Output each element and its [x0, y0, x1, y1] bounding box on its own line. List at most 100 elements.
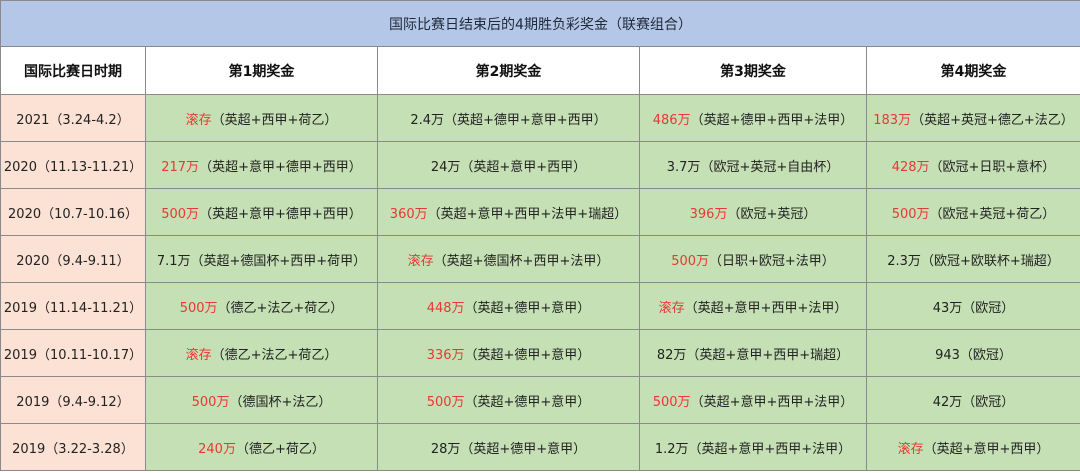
table-row: 2020（9.4-9.11） 7.1万（英超+德国杯+西甲+荷甲） 滚存（英超+德国…	[0, 235, 1080, 283]
league-combination: （英超+德甲+西甲+法甲）	[690, 112, 854, 128]
league-combination: （英超+英冠+德乙+法乙）	[911, 112, 1074, 128]
bonus-cell-round-4: 943（欧冠）	[866, 329, 1080, 377]
period-cell: 2019（10.11-10.17）	[0, 329, 146, 377]
bonus-amount: 943	[935, 347, 960, 363]
bonus-amount: 217万	[161, 159, 200, 175]
league-combination: （德乙+法乙+荷乙）	[217, 300, 344, 316]
bonus-cell-round-1: 217万（英超+意甲+德甲+西甲）	[145, 141, 378, 189]
bonus-cell-round-4: 183万（英超+英冠+德乙+法乙）	[866, 94, 1080, 142]
bonus-amount: 24万	[430, 159, 461, 175]
bonus-cell-round-3: 3.7万（欧冠+英冠+自由杯）	[639, 141, 867, 189]
period-cell: 2020（10.7-10.16）	[0, 188, 146, 236]
period-cell: 2021（3.24-4.2）	[0, 94, 146, 142]
title-row: 国际比赛日结束后的4期胜负彩奖金（联赛组合）	[0, 0, 1080, 47]
bonus-amount: 500万	[191, 394, 230, 410]
league-combination: （欧冠+日职+意杯）	[929, 159, 1056, 175]
bonus-amount: 448万	[426, 300, 465, 316]
bonus-amount: 500万	[891, 206, 930, 222]
table-row: 2020（10.7-10.16） 500万（英超+意甲+德甲+西甲） 360万（英超…	[0, 188, 1080, 236]
bonus-amount: 3.7万	[666, 159, 701, 175]
league-combination: （欧冠）	[962, 300, 1015, 316]
bonus-cell-round-3: 500万（英超+意甲+西甲+法甲）	[639, 376, 867, 424]
bonus-cell-round-2: 28万（英超+德甲+意甲）	[377, 423, 640, 471]
league-combination: （欧冠+英冠+自由杯）	[700, 159, 840, 175]
bonus-cell-round-3: 82万（英超+意甲+西甲+瑞超）	[639, 329, 867, 377]
bonus-cell-round-2: 24万（英超+意甲+西甲）	[377, 141, 640, 189]
bonus-cell-round-3: 滚存（英超+意甲+西甲+法甲）	[639, 282, 867, 330]
league-combination: （英超+意甲+西甲+法甲）	[684, 300, 848, 316]
period-cell: 2020（9.4-9.11）	[0, 235, 146, 283]
bonus-cell-round-4: 滚存（英超+意甲+西甲）	[866, 423, 1080, 471]
bonus-amount: 滚存	[407, 253, 434, 269]
bonus-amount: 7.1万	[156, 253, 191, 269]
bonus-amount: 43万	[932, 300, 963, 316]
bonus-cell-round-1: 滚存（英超+西甲+荷乙）	[145, 94, 378, 142]
league-combination: （英超+意甲+西甲）	[460, 159, 587, 175]
table-row: 2021（3.24-4.2） 滚存（英超+西甲+荷乙） 2.4万（英超+德甲+意甲+…	[0, 94, 1080, 142]
league-combination: （欧冠+英冠）	[727, 206, 817, 222]
bonus-amount: 396万	[689, 206, 728, 222]
league-combination: （英超+意甲+德甲+西甲）	[199, 206, 362, 222]
league-combination: （德乙+法乙+荷乙）	[211, 347, 338, 363]
bonus-amount: 滚存	[185, 112, 212, 128]
bonus-amount: 42万	[932, 394, 963, 410]
league-combination: （英超+西甲+荷乙）	[211, 112, 338, 128]
league-combination: （欧冠）	[962, 394, 1015, 410]
league-combination: （英超+意甲+西甲+法甲）	[690, 394, 854, 410]
table-title: 国际比赛日结束后的4期胜负彩奖金（联赛组合）	[0, 0, 1080, 47]
bonus-cell-round-1: 滚存（德乙+法乙+荷乙）	[145, 329, 378, 377]
league-combination: （英超+意甲+德甲+西甲）	[199, 159, 362, 175]
bonus-cell-round-1: 500万（德乙+法乙+荷乙）	[145, 282, 378, 330]
bonus-amount: 82万	[656, 347, 687, 363]
table-row: 2019（3.22-3.28） 240万（德乙+荷乙） 28万（英超+德甲+意甲） 1…	[0, 423, 1080, 471]
league-combination: （德乙+荷乙）	[235, 441, 325, 457]
header-round-2: 第2期奖金	[377, 46, 640, 95]
bonus-amount: 183万	[873, 112, 912, 128]
bonus-amount: 2.4万	[410, 112, 444, 128]
period-cell: 2019（9.4-9.12）	[0, 376, 146, 424]
bonus-amount: 500万	[179, 300, 218, 316]
bonus-cell-round-2: 336万（英超+德甲+意甲）	[377, 329, 640, 377]
period-cell: 2019（11.14-11.21）	[0, 282, 146, 330]
league-combination: （德国杯+法乙）	[229, 394, 332, 410]
bonus-cell-round-3: 396万（欧冠+英冠）	[639, 188, 867, 236]
bonus-cell-round-2: 2.4万（英超+德甲+意甲+西甲）	[377, 94, 640, 142]
league-combination: （欧冠）	[959, 347, 1012, 363]
bonus-cell-round-4: 42万（欧冠）	[866, 376, 1080, 424]
league-combination: （英超+意甲+西甲+法甲+瑞超）	[427, 206, 628, 222]
header-row: 国际比赛日时期 第1期奖金 第2期奖金 第3期奖金 第4期奖金	[0, 46, 1080, 95]
league-combination: （英超+意甲+西甲+瑞超）	[686, 347, 850, 363]
bonus-cell-round-2: 500万（英超+德甲+意甲）	[377, 376, 640, 424]
league-combination: （日职+欧冠+法甲）	[709, 253, 835, 269]
league-combination: （英超+意甲+西甲+法甲）	[688, 441, 852, 457]
bonus-cell-round-4: 43万（欧冠）	[866, 282, 1080, 330]
bonus-amount: 240万	[198, 441, 236, 457]
league-combination: （英超+德甲+意甲+西甲）	[444, 112, 607, 128]
bonus-cell-round-4: 428万（欧冠+日职+意杯）	[866, 141, 1080, 189]
table-row: 2019（9.4-9.12） 500万（德国杯+法乙） 500万（英超+德甲+意甲）…	[0, 376, 1080, 424]
bonus-cell-round-1: 500万（德国杯+法乙）	[145, 376, 378, 424]
bonus-amount: 500万	[671, 253, 710, 269]
bonus-cell-round-2: 448万（英超+德甲+意甲）	[377, 282, 640, 330]
bonus-cell-round-2: 360万（英超+意甲+西甲+法甲+瑞超）	[377, 188, 640, 236]
league-combination: （英超+意甲+西甲）	[923, 441, 1050, 457]
league-combination: （英超+德甲+意甲）	[460, 441, 587, 457]
bonus-cell-round-4: 2.3万（欧冠+欧联杯+瑞超）	[866, 235, 1080, 283]
bonus-amount: 滚存	[658, 300, 685, 316]
bonus-amount: 2.3万	[887, 253, 921, 269]
bonus-cell-round-4: 500万（欧冠+英冠+荷乙）	[866, 188, 1080, 236]
bonus-cell-round-1: 500万（英超+意甲+德甲+西甲）	[145, 188, 378, 236]
table-row: 2019（11.14-11.21） 500万（德乙+法乙+荷乙） 448万（英超+德…	[0, 282, 1080, 330]
league-combination: （英超+德甲+意甲）	[464, 347, 591, 363]
bonus-amount: 486万	[652, 112, 691, 128]
bonus-cell-round-1: 7.1万（英超+德国杯+西甲+荷甲）	[145, 235, 378, 283]
header-round-3: 第3期奖金	[639, 46, 867, 95]
table-body: 2021（3.24-4.2） 滚存（英超+西甲+荷乙） 2.4万（英超+德甲+意甲+…	[0, 94, 1080, 471]
bonus-table: 国际比赛日结束后的4期胜负彩奖金（联赛组合） 国际比赛日时期 第1期奖金 第2期…	[0, 0, 1080, 471]
bonus-cell-round-1: 240万（德乙+荷乙）	[145, 423, 378, 471]
bonus-cell-round-2: 滚存（英超+德国杯+西甲+法甲）	[377, 235, 640, 283]
header-period: 国际比赛日时期	[0, 46, 146, 95]
bonus-amount: 28万	[430, 441, 461, 457]
bonus-amount: 500万	[426, 394, 465, 410]
league-combination: （欧冠+英冠+荷乙）	[929, 206, 1056, 222]
